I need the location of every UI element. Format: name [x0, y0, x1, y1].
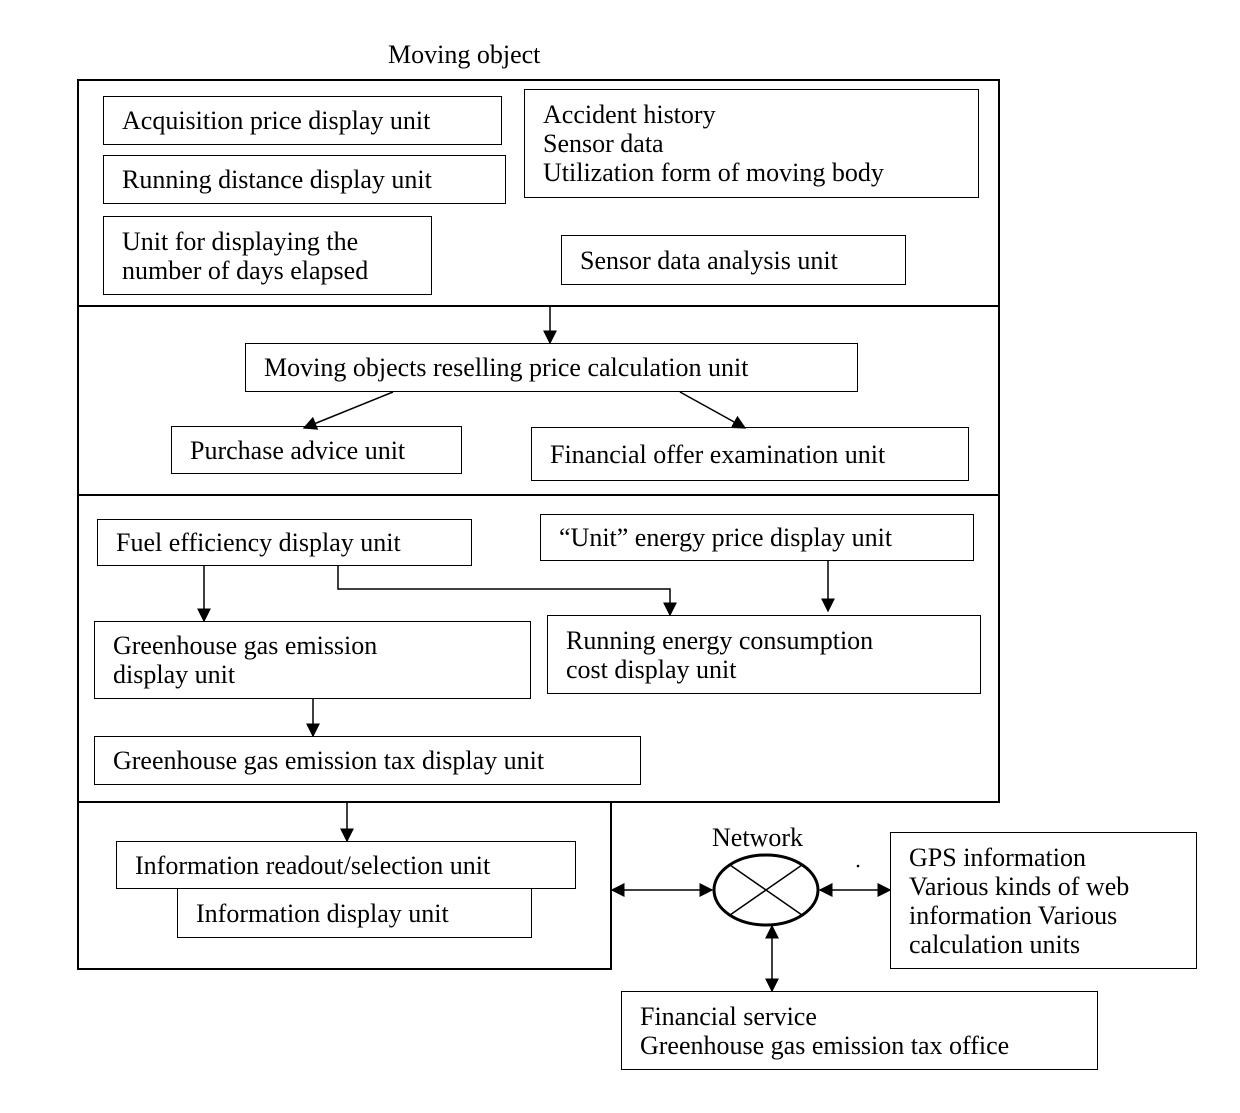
running-distance-display-unit[interactable]: Running distance display unit [103, 155, 506, 204]
web-information-line-1: Various kinds of web [909, 871, 1130, 901]
information-readout-selection-unit[interactable]: Information readout/selection unit [116, 841, 576, 889]
information-display-unit[interactable]: Information display unit [177, 888, 532, 938]
financial-offer-label: Financial offer examination unit [550, 439, 886, 469]
sensor-data-analysis-unit[interactable]: Sensor data analysis unit [561, 235, 906, 285]
history-sensor-info-box[interactable]: Accident history Sensor data Utilization… [524, 89, 979, 198]
sensor-data-line: Sensor data [543, 129, 664, 158]
reselling-price-calculation-unit[interactable]: Moving objects reselling price calculati… [245, 343, 858, 392]
diagram-title: Moving object [388, 40, 541, 69]
utilization-form-line: Utilization form of moving body [543, 158, 884, 187]
days-elapsed-line-1: Unit for displaying the [122, 226, 359, 256]
running-distance-label: Running distance display unit [122, 165, 432, 194]
days-elapsed-line-2: number of days elapsed [122, 255, 369, 285]
days-elapsed-display-unit[interactable]: Unit for displaying the number of days e… [103, 216, 432, 295]
acquisition-price-label: Acquisition price display unit [122, 106, 431, 135]
running-energy-cost-line-1: Running energy consumption [566, 625, 874, 655]
reselling-price-label: Moving objects reselling price calculati… [264, 353, 749, 382]
network-label: Network [712, 823, 803, 852]
web-information-line-2: information Various [909, 900, 1118, 930]
sensor-analysis-label: Sensor data analysis unit [580, 245, 838, 275]
unit-energy-price-display-unit[interactable]: “Unit” energy price display unit [540, 514, 974, 561]
ghg-emission-line-2: display unit [113, 660, 236, 689]
financial-offer-examination-unit[interactable]: Financial offer examination unit [531, 427, 969, 481]
information-display-label: Information display unit [196, 898, 449, 928]
ghg-tax-office-line: Greenhouse gas emission tax office [640, 1030, 1010, 1060]
purchase-advice-label: Purchase advice unit [190, 435, 406, 465]
fuel-efficiency-label: Fuel efficiency display unit [116, 528, 401, 557]
external-info-box[interactable]: GPS information Various kinds of web inf… [890, 832, 1197, 969]
acquisition-price-display-unit[interactable]: Acquisition price display unit [103, 96, 502, 145]
unit-energy-price-label: “Unit” energy price display unit [559, 523, 893, 552]
information-readout-label: Information readout/selection unit [135, 850, 491, 880]
ghg-emission-tax-display-unit[interactable]: Greenhouse gas emission tax display unit [94, 736, 641, 785]
financial-service-line: Financial service [640, 1001, 817, 1031]
ghg-tax-label: Greenhouse gas emission tax display unit [113, 746, 545, 775]
gps-information-line: GPS information [909, 842, 1086, 872]
accident-history-line: Accident history [543, 100, 716, 129]
fuel-efficiency-display-unit[interactable]: Fuel efficiency display unit [97, 519, 472, 566]
network-icon [712, 853, 820, 927]
ghg-emission-display-unit[interactable]: Greenhouse gas emission display unit [94, 621, 531, 699]
running-energy-cost-display-unit[interactable]: Running energy consumption cost display … [547, 615, 981, 694]
financial-service-box[interactable]: Financial service Greenhouse gas emissio… [621, 991, 1098, 1070]
running-energy-cost-line-2: cost display unit [566, 654, 737, 684]
purchase-advice-unit[interactable]: Purchase advice unit [171, 426, 462, 474]
ghg-emission-line-1: Greenhouse gas emission [113, 631, 378, 660]
calculation-units-line: calculation units [909, 929, 1081, 959]
